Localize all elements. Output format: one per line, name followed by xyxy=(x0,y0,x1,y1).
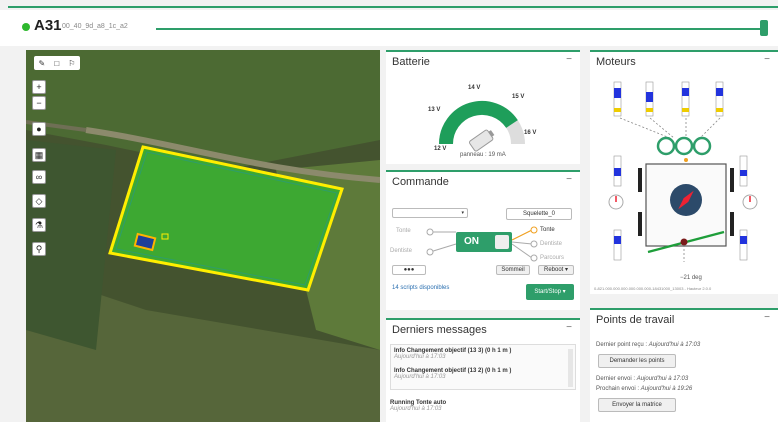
message-item: Info Changement objectif (13 3) (0 h 1 m… xyxy=(394,348,512,360)
points-panel: Points de travail − Dernier point reçu :… xyxy=(590,308,778,422)
messages-title: Derniers messages xyxy=(392,324,487,336)
robot-name: A31 xyxy=(34,17,62,34)
options-select[interactable]: ●●● xyxy=(392,265,426,275)
square-icon[interactable]: □ xyxy=(54,59,59,68)
layers-icon[interactable]: ▦ xyxy=(32,148,46,162)
motor-angle: −21 deg xyxy=(680,275,702,281)
flag-icon[interactable]: ⚐ xyxy=(68,59,75,68)
message-item: Running Tonte auto Aujourd'hui à 17:03 xyxy=(390,400,447,412)
messages-scrollbar[interactable] xyxy=(568,349,573,387)
gauge-label-13v: 13 V xyxy=(428,107,441,113)
pin-icon[interactable]: ⚲ xyxy=(32,242,46,256)
mode-right-tonte[interactable]: Tonte xyxy=(540,227,555,233)
edit-icon[interactable]: ✎ xyxy=(39,59,46,68)
panel-current: panneau : 19 mA xyxy=(460,152,506,158)
locate-icon[interactable]: ● xyxy=(32,122,46,136)
next-sent: Prochain envoi : Aujourd'hui à 19:26 xyxy=(596,386,693,392)
reboot-button[interactable]: Reboot ▾ xyxy=(538,265,574,275)
motors-diagram xyxy=(608,81,758,262)
toggle-knob xyxy=(495,235,509,249)
timeline-slider-handle[interactable] xyxy=(760,20,768,36)
zoom-out-button[interactable]: − xyxy=(32,96,46,110)
last-sent: Dernier envoi : Aujourd'hui à 17:03 xyxy=(596,376,689,382)
moteurs-panel: Moteurs − −21 deg 0-821.000.000.000.000.… xyxy=(590,50,778,294)
request-points-button[interactable]: Demander les points xyxy=(598,354,676,368)
gauge-label-16v: 16 V xyxy=(524,130,537,136)
path-icon[interactable]: ∞ xyxy=(32,170,46,184)
power-toggle[interactable]: ON xyxy=(456,232,512,252)
gauge-label-15v: 15 V xyxy=(512,94,525,100)
gauge-label-12v: 12 V xyxy=(434,146,447,152)
motor-footer: 0-821.000.000.000.000.000.000-18431000_1… xyxy=(594,286,712,291)
status-online-icon xyxy=(22,23,30,31)
robot-id: 00_40_9d_a8_1c_a2 xyxy=(62,23,128,30)
target-icon[interactable]: ◇ xyxy=(32,194,46,208)
map-imagery xyxy=(26,50,380,422)
mode-right-parcours[interactable]: Parcours xyxy=(540,255,564,261)
points-title: Points de travail xyxy=(596,314,675,326)
mode-right-dentiste[interactable]: Dentiste xyxy=(540,241,562,247)
minimize-icon[interactable]: − xyxy=(764,312,770,323)
timeline-slider[interactable] xyxy=(156,28,762,30)
toggle-label: ON xyxy=(464,236,479,247)
start-stop-button[interactable]: Start/Stop ▾ xyxy=(526,284,574,300)
last-received: Dernier point reçu : Aujourd'hui à 17:03 xyxy=(596,342,701,348)
send-matrix-button[interactable]: Envoyer la matrice xyxy=(598,398,676,412)
gauge-label-14v: 14 V xyxy=(468,85,481,91)
top-accent-line xyxy=(8,6,778,8)
mode-left-dentiste[interactable]: Dentiste xyxy=(390,248,412,254)
zoom-in-button[interactable]: + xyxy=(32,80,46,94)
commande-panel: Commande − ▾ Squelette_0 Tonte Dentiste … xyxy=(386,170,580,310)
messages-panel: Derniers messages − Info Changement obje… xyxy=(386,318,580,422)
battery-gauge xyxy=(438,100,525,152)
tool-icon[interactable]: ⚗ xyxy=(32,218,46,232)
mode-left-tonte[interactable]: Tonte xyxy=(396,228,411,234)
minimize-icon[interactable]: − xyxy=(566,322,572,333)
message-item: Info Changement objectif (13 2) (0 h 1 m… xyxy=(394,368,512,380)
scripts-link[interactable]: 14 scripts disponibles xyxy=(392,285,449,291)
map-draw-toolbar: ✎ □ ⚐ xyxy=(34,56,80,70)
sommeil-button[interactable]: Sommeil xyxy=(496,265,530,275)
satellite-map[interactable]: ✎ □ ⚐ + − ● ▦ ∞ ◇ ⚗ ⚲ xyxy=(26,50,380,422)
battery-panel: Batterie − 12 V 13 V 14 V 15 V 16 V pann… xyxy=(386,50,580,164)
